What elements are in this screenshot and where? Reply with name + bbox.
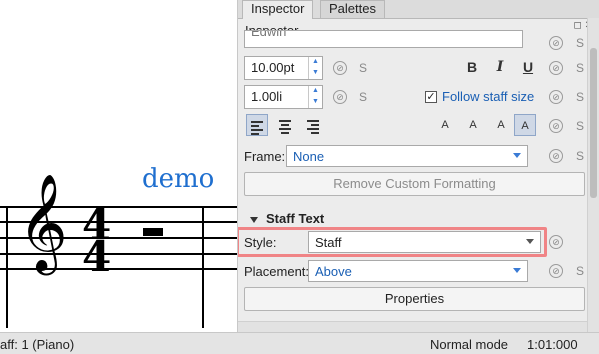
frame-select[interactable]: None [286,145,528,167]
subscript-button[interactable]: A [514,114,536,136]
placement-select[interactable]: Above [308,260,528,282]
horizontal-scrollbar[interactable] [238,321,587,332]
style-select[interactable]: Staff [308,231,541,253]
time-signature-bottom[interactable]: 4 [82,236,111,278]
style-marker[interactable]: S [359,90,367,104]
inspector-panel: Inspector Palettes Inspector ◻ ✕ Edwin ⊘… [237,0,599,332]
align-right-button[interactable] [302,114,324,136]
treble-clef-icon[interactable]: 𝄞 [18,180,68,264]
score-canvas[interactable]: demo 𝄞 4 4 [0,0,237,332]
style-label: Style: [244,235,277,250]
font-name-field[interactable]: Edwin [244,30,523,48]
chevron-down-icon [526,239,534,244]
align-right-icon [307,118,319,134]
spacing-value: 1.00li [251,89,283,104]
placement-value: Above [315,264,352,279]
style-marker[interactable]: S [576,90,584,104]
barline-end [202,206,204,328]
panel-tabs: Inspector Palettes [238,0,599,19]
section-staff-text[interactable]: Staff Text [250,211,324,226]
font-size-field[interactable]: 10.00pt ▲ ▼ [244,56,323,80]
tab-palettes[interactable]: Palettes [320,0,385,18]
underline-style-button[interactable]: A [490,114,512,136]
reset-icon[interactable]: ⊘ [549,119,563,133]
italic-button[interactable]: I [489,56,511,78]
style-marker[interactable]: S [576,149,584,163]
reset-icon[interactable]: ⊘ [333,61,347,75]
style-marker[interactable]: S [576,61,584,75]
align-left-icon [251,119,263,135]
underline-button[interactable]: U [517,56,539,78]
properties-button[interactable]: Properties [244,287,585,311]
barline-start [6,206,8,328]
placement-label: Placement: [244,264,310,279]
reset-icon[interactable]: ⊘ [549,264,563,278]
style-value: Staff [315,235,342,250]
reset-icon[interactable]: ⊘ [549,149,563,163]
style-marker[interactable]: S [576,36,584,50]
chevron-down-icon [513,153,521,158]
frame-value: None [293,149,325,164]
spacing-field[interactable]: 1.00li ▲ ▼ [244,85,323,109]
collapse-icon [250,216,258,223]
font-size-stepper[interactable]: ▲ ▼ [308,57,322,79]
frame-label: Frame: [244,149,286,164]
status-mode: Normal mode [430,337,509,352]
follow-staff-size-label[interactable]: Follow staff size [442,89,534,104]
reset-icon[interactable]: ⊘ [549,61,563,75]
remove-custom-formatting-button[interactable]: Remove Custom Formatting [244,172,585,196]
align-center-icon [279,118,291,134]
reset-icon[interactable]: ⊘ [549,90,563,104]
section-title: Staff Text [266,211,325,226]
strikethrough-button[interactable]: A [462,114,484,136]
reset-icon[interactable]: ⊘ [549,235,563,249]
scrollbar-thumb[interactable] [590,48,597,198]
font-name-value: Edwin [251,30,287,39]
reset-icon[interactable]: ⊘ [333,90,347,104]
status-bar: aff: 1 (Piano) Normal mode 1:01:000 [0,332,599,354]
tab-inspector[interactable]: Inspector [242,0,314,19]
chevron-down-icon [513,268,521,273]
style-marker[interactable]: S [359,61,367,75]
whole-rest-icon[interactable] [143,228,163,236]
status-position: 1:01:000 [527,337,578,352]
follow-staff-size-checkbox[interactable]: ✓ [425,91,437,103]
reset-icon[interactable]: ⊘ [549,36,563,50]
align-left-button[interactable] [246,114,268,136]
status-selection: aff: 1 (Piano) [0,337,75,352]
font-size-value: 10.00pt [251,60,295,75]
spacing-stepper[interactable]: ▲ ▼ [308,86,322,108]
align-center-button[interactable] [274,114,296,136]
style-marker[interactable]: S [576,264,584,278]
superscript-button[interactable]: A [434,114,456,136]
bold-button[interactable]: B [461,56,483,78]
score-text-demo[interactable]: demo [142,166,214,192]
vertical-scrollbar[interactable] [587,18,599,332]
style-marker[interactable]: S [576,119,584,133]
